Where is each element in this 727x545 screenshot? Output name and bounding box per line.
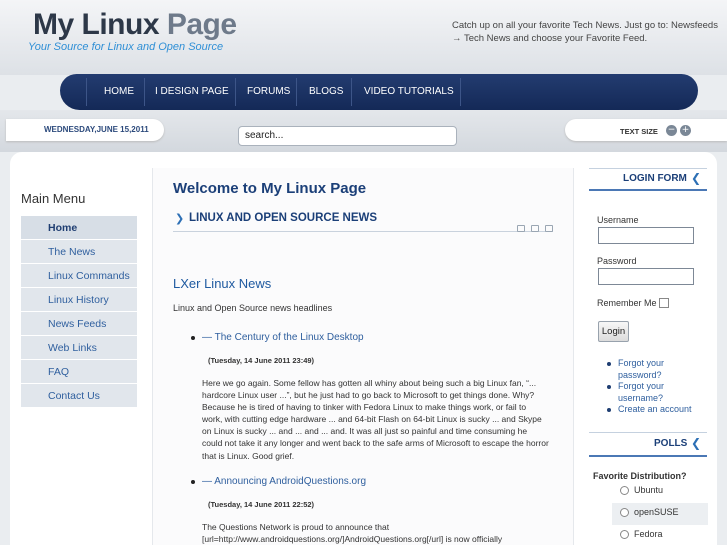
remember-me-checkbox[interactable] [659,298,669,308]
email-icon[interactable] [545,225,553,232]
header-notice: Catch up on all your favorite Tech News.… [452,20,718,44]
main-menu: Home The News Linux Commands Linux Histo… [21,216,137,408]
polls-title: POLLS [654,438,688,449]
text-size-increase-icon[interactable]: + [680,125,691,136]
poll-radio[interactable] [620,530,629,539]
chevron-left-icon: ❮ [691,436,702,450]
list-bullet [607,385,611,389]
nav-separator [460,78,461,106]
text-size-label: TEXT SIZE [620,127,658,136]
news-item-body: The Questions Network is proud to announ… [202,521,562,545]
news-item-body: Here we go again. Some fellow has gotten… [202,377,562,462]
login-header-rule [589,189,707,191]
news-item-link[interactable]: — The Century of the Linux Desktop [202,332,364,343]
username-field[interactable] [598,227,694,244]
poll-option[interactable]: Fedora [612,525,708,545]
nav-separator [144,78,145,106]
menu-item-linux-commands[interactable]: Linux Commands [21,264,137,288]
nav-separator [296,78,297,106]
news-item-line: Here we go again. Some fellow has gotten… [202,378,537,388]
menu-item-web-links[interactable]: Web Links [21,336,137,360]
news-item-line: The Questions Network is proud to announ… [202,522,390,532]
nav-item-design-page[interactable]: I DESIGN PAGE [155,86,229,97]
menu-item-news-feeds[interactable]: News Feeds [21,312,137,336]
menu-item-home[interactable]: Home [21,216,137,240]
print-icon[interactable] [531,225,539,232]
login-form-title: LOGIN FORM [623,173,687,184]
pdf-icon[interactable] [517,225,525,232]
list-bullet [607,362,611,366]
news-item-line: hardcore Linux user ...”, but he just ha… [202,390,535,401]
site-title-part2: Page [166,8,237,41]
create-account-link[interactable]: Create an account [618,404,708,416]
chevron-right-icon: ❯ [175,212,185,225]
menu-item-faq[interactable]: FAQ [21,360,137,384]
search-input[interactable]: search... [238,126,457,146]
text-size-decrease-icon[interactable]: − [666,125,677,136]
news-item-line: Because he is tired of having to tinker … [202,402,527,413]
menu-item-contact-us[interactable]: Contact Us [21,384,137,408]
poll-radio[interactable] [620,486,629,495]
poll-option[interactable]: openSUSE [612,503,708,525]
news-item-line: could not take it any longer and went ba… [202,438,549,449]
news-item-link[interactable]: — Announcing AndroidQuestions.org [202,476,366,487]
list-bullet [191,336,195,340]
page-title: Welcome to My Linux Page [173,180,367,197]
polls-header-topline [589,432,707,433]
main-navigation: HOME I DESIGN PAGE FORUMS BLOGS VIDEO TU… [60,74,698,110]
main-menu-title: Main Menu [21,191,86,206]
list-bullet [191,480,195,484]
section-title: LINUX AND OPEN SOURCE NEWS [189,212,378,224]
site-tagline: Your Source for Linux and Open Source [28,41,224,53]
news-item-line: [url=http://www.androidquestions.org/]An… [202,534,503,545]
menu-item-linux-history[interactable]: Linux History [21,288,137,312]
nav-item-blogs[interactable]: BLOGS [309,86,343,97]
news-item-date: (Tuesday, 14 June 2011 23:49) [208,356,315,365]
section-divider [173,231,553,232]
list-bullet [607,408,611,412]
poll-option-label: Ubuntu [634,485,664,495]
polls-header-rule [589,455,707,457]
site-logo-title[interactable]: My Linux Page [33,8,237,42]
news-item-line: work, with cutting edge hardware ... and… [202,414,542,425]
nav-item-home[interactable]: HOME [104,86,134,97]
site-title-part1: My Linux [33,8,160,41]
poll-option-label: openSUSE [634,507,679,517]
login-button[interactable]: Login [598,321,629,342]
remember-me-label: Remember Me [597,298,657,308]
nav-item-forums[interactable]: FORUMS [247,86,290,97]
feed-subtitle: Linux and Open Source news headlines [173,303,333,313]
nav-separator [86,78,87,106]
forgot-username-link[interactable]: Forgot your username? [618,381,708,404]
current-date: WEDNESDAY,JUNE 15,2011 [44,125,149,134]
poll-radio[interactable] [620,508,629,517]
chevron-left-icon: ❮ [691,171,702,185]
login-header-topline [589,168,707,169]
news-item-line: that is Linux. Good grief. [202,450,295,461]
poll-question: Favorite Distribution? [593,471,687,481]
news-item-line: on Linux is sucky ... and ... and ... an… [202,426,528,437]
nav-separator [351,78,352,106]
menu-item-the-news[interactable]: The News [21,240,137,264]
password-label: Password [597,256,637,266]
password-field[interactable] [598,268,694,285]
poll-option-label: Fedora [634,529,663,539]
news-item-date: (Tuesday, 14 June 2011 22:52) [208,500,315,509]
forgot-password-link[interactable]: Forgot your password? [618,358,708,381]
nav-separator [235,78,236,106]
username-label: Username [597,215,639,225]
poll-option[interactable]: Ubuntu [612,481,708,503]
nav-item-video-tutorials[interactable]: VIDEO TUTORIALS [364,86,454,97]
feed-title[interactable]: LXer Linux News [173,276,271,291]
